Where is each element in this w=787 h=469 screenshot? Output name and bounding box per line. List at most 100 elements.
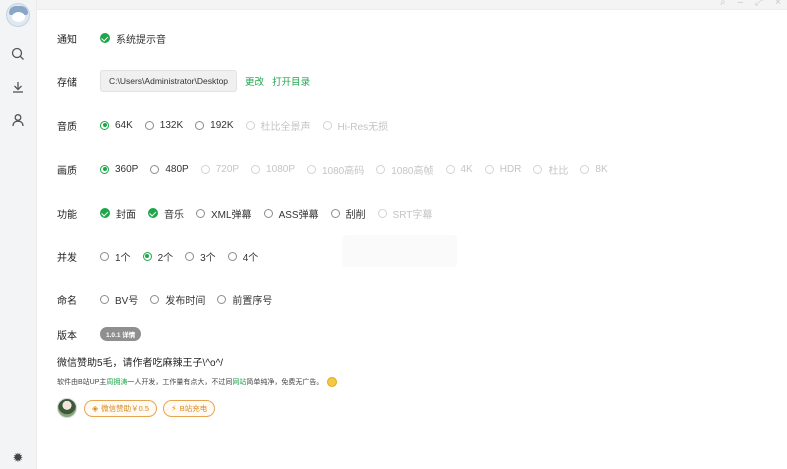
open-dir-link[interactable]: 打开目录 [272, 74, 310, 88]
video-4k-radio: 4K [445, 163, 473, 175]
audio-label: 音质 [57, 121, 77, 133]
radio-icon [245, 120, 255, 130]
feature-option-label: SRT字幕 [392, 209, 433, 221]
radio-icon [376, 164, 386, 174]
checkbox-icon [377, 208, 387, 218]
window-search-icon[interactable]: ⌕ [720, 0, 726, 8]
radio-icon [150, 164, 160, 174]
video-1080-high-fps-radio: 1080高帧 [376, 162, 434, 177]
video-option-label: 720P [215, 163, 240, 175]
storage-row: 存储 C:\Users\Administrator\Desktop 更改 打开目… [57, 70, 318, 92]
close-icon[interactable]: × [775, 0, 781, 8]
app-logo[interactable] [6, 3, 30, 27]
storage-path-field[interactable]: C:\Users\Administrator\Desktop [100, 70, 238, 92]
checkbox-icon [330, 208, 340, 218]
radio-icon [307, 164, 316, 174]
faint-placeholder [342, 235, 457, 267]
radio-icon [217, 294, 227, 304]
feature-option-label: 封面 [116, 209, 136, 221]
video-option-label: 360P [115, 163, 139, 175]
checkbox-icon [196, 208, 205, 218]
concurrency-3-radio[interactable]: 3个 [185, 249, 216, 264]
storage-label: 存储 [57, 77, 77, 89]
audio-option-label: Hi-Res无损 [337, 121, 389, 133]
video-8k-radio: 8K [580, 163, 608, 175]
bilibili-charge-label: B站充电 [179, 403, 208, 413]
radio-icon [185, 251, 195, 261]
feature-scrape-checkbox[interactable]: 刮削 [330, 206, 366, 221]
naming-row: 命名 BV号 发布时间 前置序号 [57, 289, 284, 309]
feature-cover-checkbox[interactable]: 封面 [100, 206, 136, 221]
video-option-label: 1080高帧 [391, 165, 434, 177]
video-720p-radio: 720P [200, 163, 240, 175]
radio-icon [227, 251, 237, 261]
coin-icon: ◈ [92, 403, 99, 413]
search-icon[interactable] [9, 45, 27, 63]
notify-label: 通知 [57, 34, 77, 46]
video-1080p-radio: 1080P [251, 164, 295, 175]
donate-title: 微信赞助5毛，请作者吃麻辣王子\^o^/ [57, 358, 224, 369]
audio-option-label: 192K [210, 119, 234, 131]
author-link[interactable]: 周拥涛 [106, 377, 127, 387]
radio-icon [100, 251, 109, 261]
audio-192k-radio[interactable]: 192K [195, 119, 234, 131]
audio-option-label: 64K [115, 119, 133, 131]
video-360p-radio[interactable]: 360P [100, 164, 138, 175]
site-link[interactable]: 网站 [232, 377, 246, 387]
maximize-icon[interactable]: ⤢ [755, 0, 763, 8]
concurrency-2-radio[interactable]: 2个 [142, 249, 174, 264]
concurrency-option-label: 3个 [200, 252, 216, 264]
wechat-donate-label: 微信赞助￥0.5 [101, 403, 150, 413]
video-1080-high-bitrate-radio: 1080高码 [307, 162, 364, 177]
notify-sound-checkbox[interactable]: 系统提示音 [100, 31, 166, 46]
radio-icon [322, 120, 332, 130]
video-480p-radio[interactable]: 480P [150, 164, 189, 175]
concurrency-4-radio[interactable]: 4个 [227, 249, 259, 264]
audio-dolby-radio: 杜比全景声 [245, 118, 311, 133]
user-icon[interactable] [9, 111, 27, 129]
wechat-donate-button[interactable]: ◈ 微信赞助￥0.5 [84, 399, 158, 417]
naming-publish-time-radio[interactable]: 发布时间 [150, 292, 205, 307]
feature-option-label: 刮削 [345, 209, 366, 221]
radio-icon [484, 164, 494, 174]
download-icon[interactable] [9, 78, 27, 96]
naming-bv-radio[interactable]: BV号 [100, 292, 138, 307]
concurrency-1-radio[interactable]: 1个 [100, 249, 131, 264]
concurrency-option-label: 4个 [242, 252, 259, 264]
naming-prefix-index-radio[interactable]: 前置序号 [217, 292, 272, 307]
window-controls: ⌕ – ⤢ × [720, 0, 781, 8]
version-badge[interactable]: 1.0.1 详情 [100, 327, 142, 341]
radio-icon [195, 120, 205, 130]
naming-option-label: BV号 [115, 295, 139, 307]
audio-64k-radio[interactable]: 64K [100, 120, 133, 131]
minimize-icon[interactable]: – [738, 0, 744, 8]
search-icon-svg [11, 47, 24, 60]
concurrency-option-label: 2个 [157, 252, 174, 264]
logo-face [12, 12, 25, 22]
desc-prefix: 软件由B站UP主 [57, 379, 107, 386]
video-hdr-radio: HDR [484, 163, 522, 175]
audio-132k-radio[interactable]: 132K [144, 120, 183, 131]
radio-icon [144, 120, 154, 130]
donate-actions: ◈ 微信赞助￥0.5 ⚡ B站充电 [57, 398, 221, 418]
bilibili-charge-button[interactable]: ⚡ B站充电 [163, 399, 216, 417]
author-avatar [57, 398, 77, 418]
change-dir-link[interactable]: 更改 [245, 74, 264, 88]
check-icon [100, 33, 110, 43]
video-option-label: 4K [460, 163, 473, 175]
feature-option-label: ASS弹幕 [278, 209, 319, 221]
sidebar: ✹ [0, 0, 37, 469]
video-option-label: HDR [499, 163, 522, 175]
radio-icon [150, 294, 160, 304]
feature-music-checkbox[interactable]: 音乐 [148, 206, 184, 221]
settings-gear-icon[interactable]: ✹ [10, 450, 26, 466]
video-label: 画质 [57, 165, 77, 177]
feature-xml-danmaku-checkbox[interactable]: XML弹幕 [196, 206, 252, 221]
naming-label: 命名 [57, 295, 77, 307]
feature-srt-checkbox: SRT字幕 [377, 206, 433, 221]
feature-ass-danmaku-checkbox[interactable]: ASS弹幕 [263, 206, 319, 221]
radio-icon [200, 164, 210, 174]
video-option-label: 8K [595, 163, 608, 175]
video-option-label: 1080高码 [322, 165, 365, 177]
features-row: 功能 封面 音乐 XML弹幕 ASS弹幕 刮削 SRT字幕 [57, 203, 444, 223]
